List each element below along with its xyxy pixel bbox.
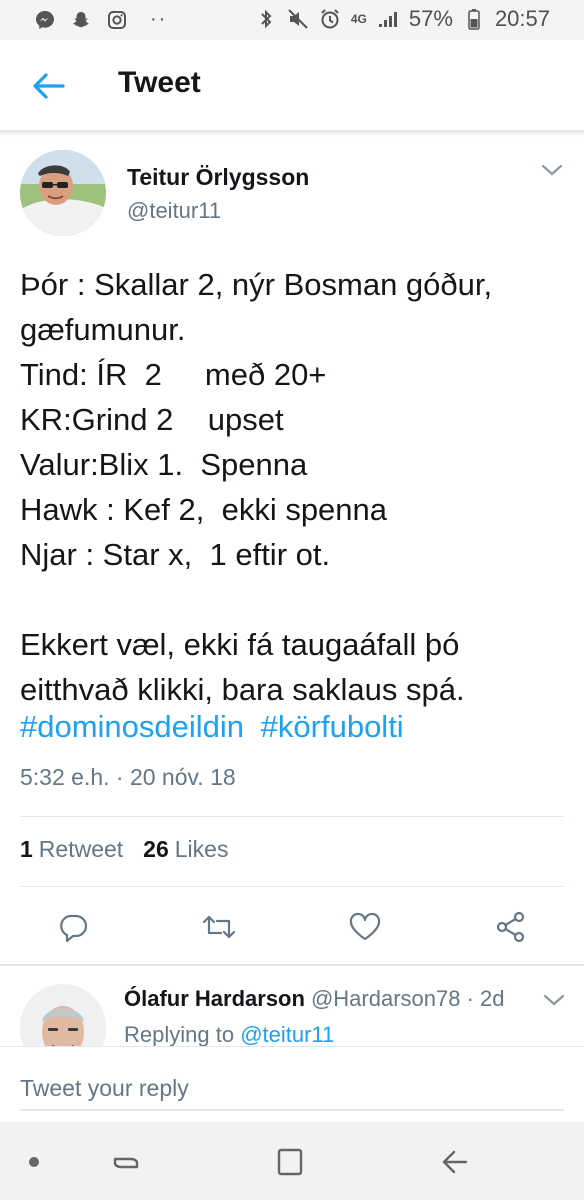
nav-dot-button[interactable]: [16, 1144, 52, 1180]
tweet-hashtags: #dominosdeildin #körfubolti: [20, 704, 412, 749]
messenger-icon: [34, 9, 56, 31]
signal-icon: [377, 8, 399, 30]
tweet-text: Þór : Skallar 2, nýr Bosman góður, gæfum…: [20, 267, 493, 707]
page-title: Tweet: [118, 66, 201, 99]
mute-icon: [287, 8, 309, 30]
chevron-down-icon: [541, 164, 563, 176]
recents-button[interactable]: [108, 1144, 144, 1180]
replying-to-link[interactable]: @teitur11: [240, 1022, 334, 1046]
back-icon: [442, 1150, 468, 1174]
bluetooth-icon: [255, 8, 277, 30]
hashtag-link[interactable]: #körfubolti: [261, 709, 404, 744]
status-overflow: ··: [150, 8, 168, 30]
reply-header-area: Ólafur Hardarson @Hardarson78 · 2d Replyi…: [0, 970, 584, 1046]
alarm-icon: [319, 8, 341, 30]
arrow-left-icon: [33, 73, 65, 99]
reply-author-avatar[interactable]: [20, 984, 106, 1046]
status-bar: ·· 4G 57% 20:57: [0, 0, 584, 40]
recents-icon: [113, 1157, 139, 1169]
reply-composer: [0, 1046, 584, 1122]
author-name[interactable]: Teitur Örlygsson: [127, 164, 309, 191]
tweet-timestamp: 5:32 e.h. · 20 nóv. 18: [20, 764, 236, 790]
system-nav-bar: [0, 1122, 584, 1200]
divider: [20, 816, 564, 817]
system-icons: 4G 57% 20:57: [255, 6, 550, 32]
avatar[interactable]: [20, 150, 106, 236]
reply-author-name[interactable]: Ólafur Hardarson: [124, 986, 305, 1011]
replying-to-label: Replying to: [124, 1022, 235, 1046]
tweet-options-button[interactable]: [540, 162, 570, 186]
app-header: Tweet: [0, 40, 584, 132]
home-button[interactable]: [272, 1144, 308, 1180]
author-handle[interactable]: @teitur11: [127, 198, 221, 224]
instagram-icon: [106, 9, 128, 31]
notification-icons: ··: [34, 8, 167, 31]
snapchat-icon: [70, 9, 92, 31]
chevron-down-icon: [543, 994, 565, 1006]
reply-input[interactable]: [20, 1067, 564, 1111]
reply-age: · 2d: [466, 986, 505, 1011]
reply-author-handle[interactable]: @Hardarson78: [311, 986, 461, 1011]
battery-percent: 57%: [408, 6, 453, 31]
battery-icon: [463, 8, 485, 30]
home-icon: [277, 1148, 303, 1176]
nav-back-button[interactable]: [436, 1144, 472, 1180]
hashtag-link[interactable]: #dominosdeildin: [20, 709, 244, 744]
back-button[interactable]: [24, 66, 72, 106]
network-type: 4G: [350, 12, 367, 26]
clock: 20:57: [494, 6, 550, 31]
replying-to: Replying to @teitur11: [124, 1022, 334, 1046]
reply-options-button[interactable]: [542, 992, 566, 1013]
reply-header: Ólafur Hardarson @Hardarson78 · 2d: [124, 986, 505, 1012]
dot-icon: [29, 1157, 39, 1167]
